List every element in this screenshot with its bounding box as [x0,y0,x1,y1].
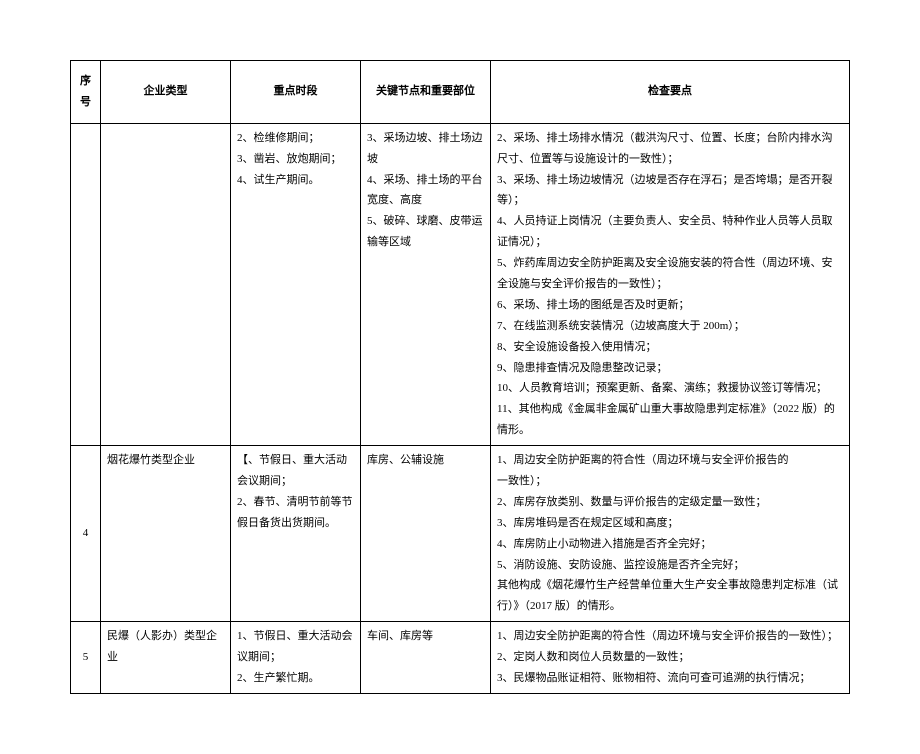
cell-checkpoints: 2、采场、排土场排水情况（截洪沟尺寸、位置、长度；台阶内排水沟尺寸、位置等与设施… [491,123,850,445]
cell-type: 民爆（人影办）类型企业 [101,622,231,694]
header-keynode: 关键节点和重要部位 [361,61,491,124]
inspection-table: 序号 企业类型 重点时段 关键节点和重要部位 检查要点 2、检维修期间；3、凿岩… [70,60,850,694]
cell-type: 烟花爆竹类型企业 [101,446,231,622]
table-header-row: 序号 企业类型 重点时段 关键节点和重要部位 检查要点 [71,61,850,124]
table-row: 2、检维修期间；3、凿岩、放炮期间；4、试生产期间。 3、采场边坡、排土场边坡4… [71,123,850,445]
cell-period: 【、节假日、重大活动会议期间；2、春节、清明节前等节假日备货出货期间。 [231,446,361,622]
header-checkpoints: 检查要点 [491,61,850,124]
cell-keynode: 3、采场边坡、排土场边坡4、采场、排土场的平台宽度、高度5、破碎、球磨、皮带运输… [361,123,491,445]
cell-type [101,123,231,445]
cell-checkpoints: 1、周边安全防护距离的符合性（周边环境与安全评价报告的一致性）；2、定岗人数和岗… [491,622,850,694]
cell-period: 1、节假日、重大活动会议期间；2、生产繁忙期。 [231,622,361,694]
cell-seq [71,123,101,445]
cell-period: 2、检维修期间；3、凿岩、放炮期间；4、试生产期间。 [231,123,361,445]
table-row: 4 烟花爆竹类型企业 【、节假日、重大活动会议期间；2、春节、清明节前等节假日备… [71,446,850,622]
cell-seq: 5 [71,622,101,694]
header-type: 企业类型 [101,61,231,124]
cell-keynode: 车间、库房等 [361,622,491,694]
header-period: 重点时段 [231,61,361,124]
cell-checkpoints: 1、周边安全防护距离的符合性（周边环境与安全评价报告的一致性）；2、库房存放类别… [491,446,850,622]
cell-seq: 4 [71,446,101,622]
table-row: 5 民爆（人影办）类型企业 1、节假日、重大活动会议期间；2、生产繁忙期。 车间… [71,622,850,694]
cell-keynode: 库房、公辅设施 [361,446,491,622]
header-seq: 序号 [71,61,101,124]
